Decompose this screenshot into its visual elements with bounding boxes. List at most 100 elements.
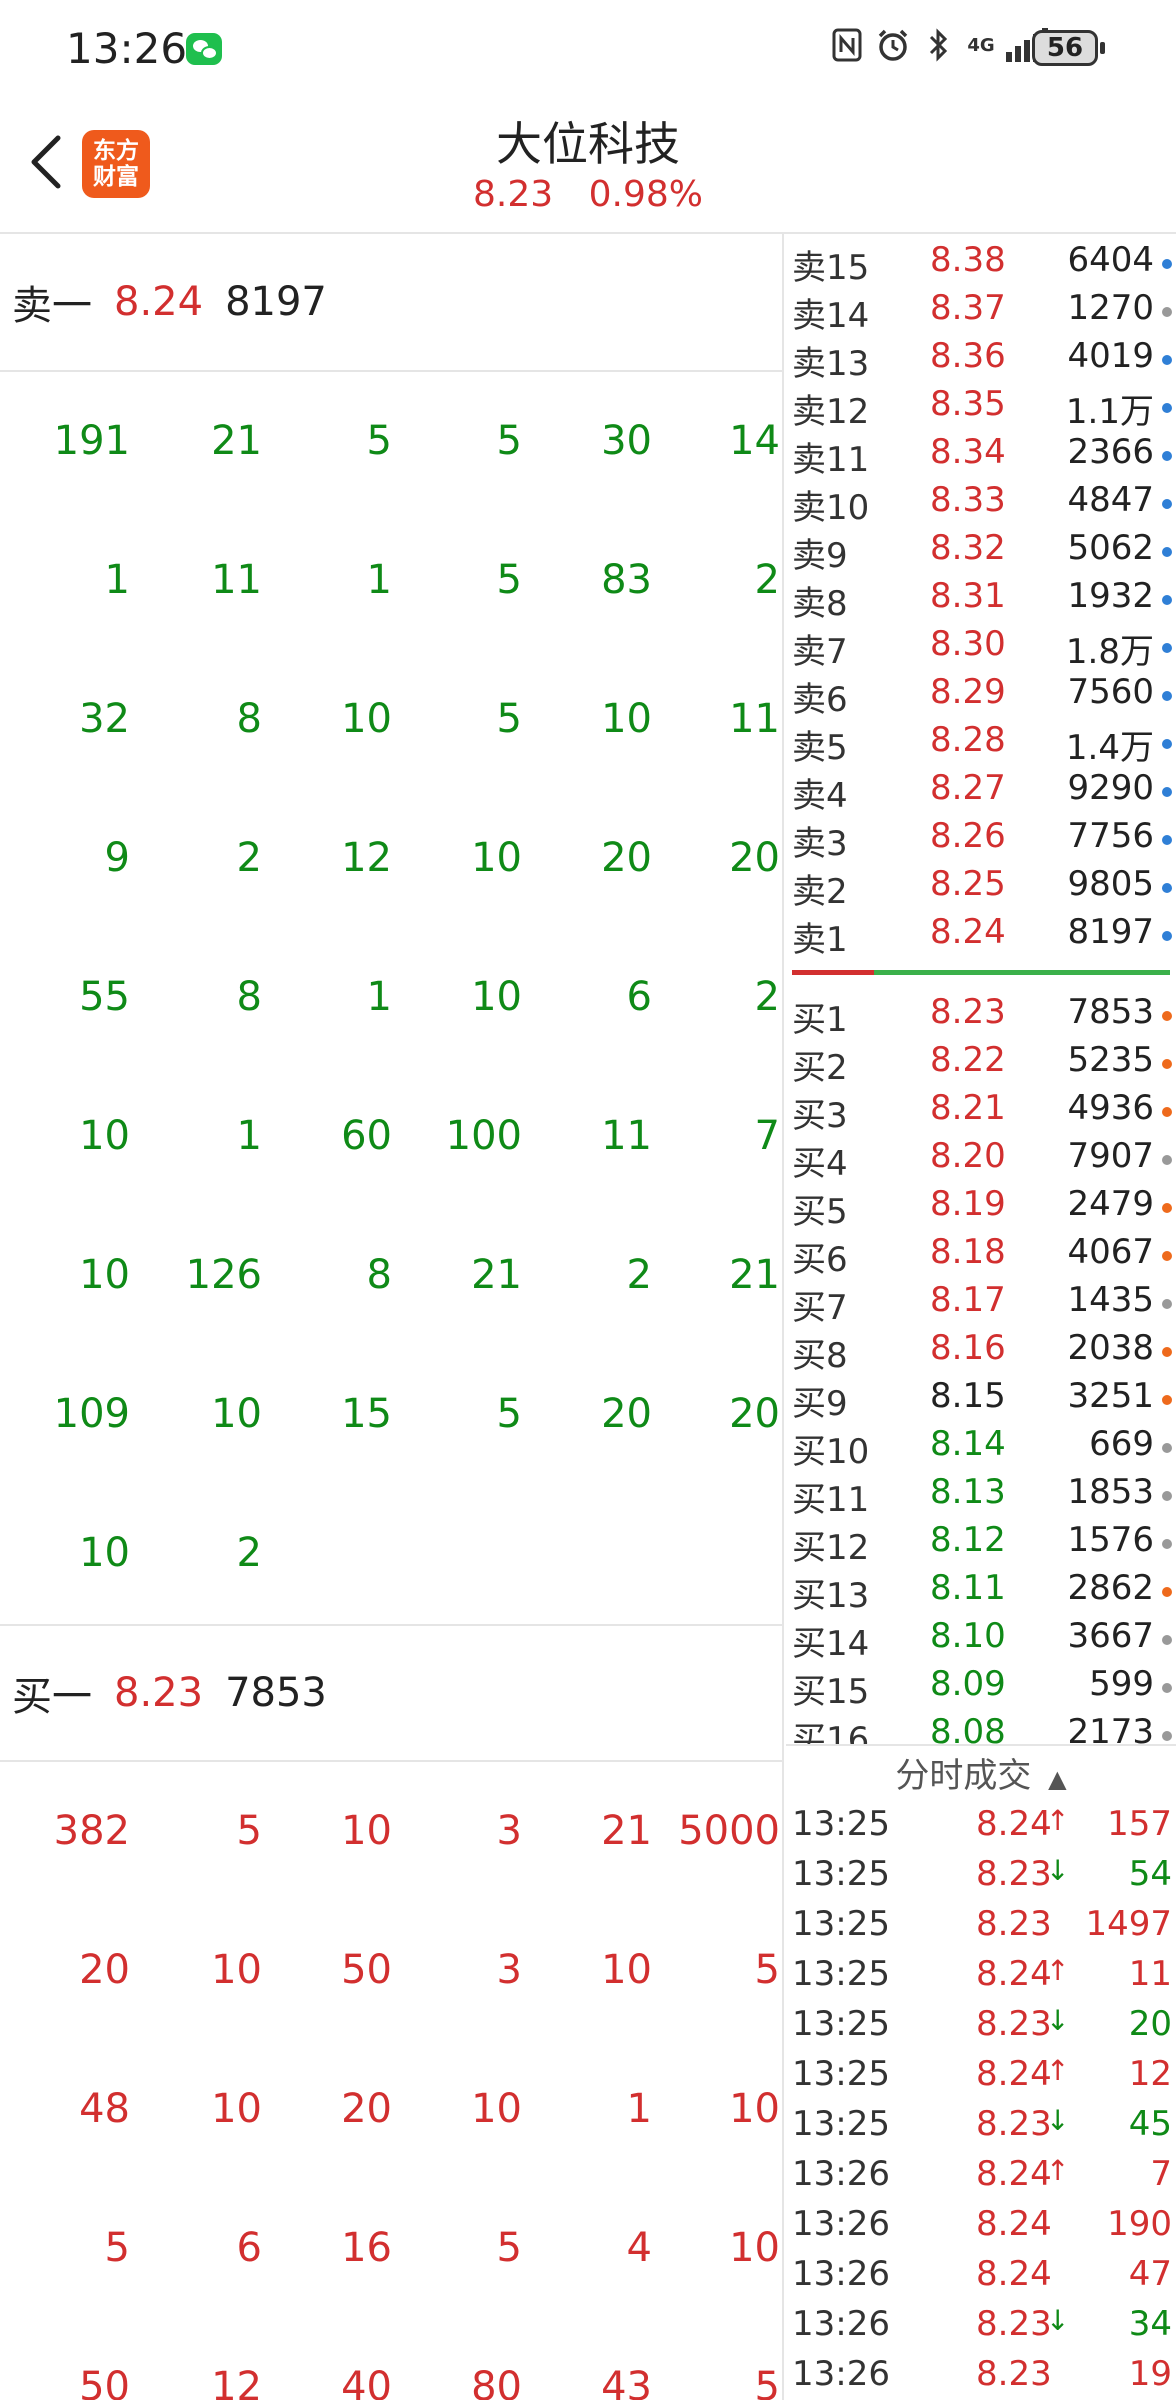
order-volume: 382 — [53, 1808, 130, 1854]
level-label: 买13 — [792, 1576, 870, 1616]
level-volume: 3667 — [1067, 1616, 1154, 1656]
trade-time: 13:25 — [792, 1854, 890, 1894]
order-volume: 40 — [341, 2364, 392, 2400]
order-volume: 20 — [601, 835, 652, 881]
trades-title: 分时成交 — [895, 1756, 1032, 1796]
indicator-dot-icon — [1162, 1491, 1172, 1501]
indicator-dot-icon — [1162, 1539, 1172, 1549]
order-volume: 8 — [236, 974, 262, 1020]
indicator-dot-icon — [1162, 595, 1172, 605]
level-price: 8.30 — [930, 624, 1006, 664]
level-label: 卖3 — [792, 824, 848, 864]
status-time: 13:26 — [66, 24, 188, 73]
order-row: 50 12 40 80 43 5 — [0, 2318, 782, 2400]
trade-row: 13:25 8.24 ↑ 12 — [786, 2054, 1176, 2104]
level-price: 8.15 — [930, 1376, 1006, 1416]
trade-time: 13:26 — [792, 2154, 890, 2194]
trade-row: 13:25 8.23 ↓ 20 — [786, 2004, 1176, 2054]
level-price: 8.09 — [930, 1664, 1006, 1704]
order-book-row: 买2 8.22 5235 — [786, 1040, 1176, 1088]
order-book-row: 卖12 8.35 1.1万 — [786, 384, 1176, 432]
arrow-up-icon: ↑ — [1046, 2054, 1070, 2087]
order-queue-panel[interactable]: 卖一 8.24 8197 191 21 5 5 30 14 1 11 1 5 83 2 32 8 10 5 10… — [0, 234, 784, 2400]
indicator-dot-icon — [1162, 1347, 1172, 1357]
order-volume: 5 — [754, 1947, 780, 1993]
level-price: 8.20 — [930, 1136, 1006, 1176]
order-volume: 20 — [79, 1947, 130, 1993]
trade-volume: 54 — [1128, 1854, 1172, 1894]
order-row: 32 8 10 5 10 11 — [0, 650, 782, 789]
trade-time: 13:25 — [792, 2104, 890, 2144]
trade-time: 13:25 — [792, 2054, 890, 2094]
trades-header[interactable]: 分时成交 ▲ — [786, 1744, 1176, 1804]
indicator-dot-icon — [1162, 1203, 1172, 1213]
order-volume: 5000 — [678, 1808, 780, 1854]
buy-one-price: 8.23 — [114, 1670, 204, 1716]
nfc-icon — [830, 28, 864, 62]
indicator-dot-icon — [1162, 691, 1172, 701]
level-price: 8.22 — [930, 1040, 1006, 1080]
order-book-row: 卖10 8.33 4847 — [786, 480, 1176, 528]
order-volume: 15 — [341, 1391, 392, 1437]
order-volume: 21 — [729, 1252, 780, 1298]
level-volume: 2862 — [1067, 1568, 1154, 1608]
order-volume: 21 — [211, 418, 262, 464]
level-price: 8.38 — [930, 240, 1006, 280]
order-volume: 48 — [79, 2086, 130, 2132]
level-volume: 9805 — [1067, 864, 1154, 904]
indicator-dot-icon — [1162, 259, 1172, 269]
order-volume: 5 — [754, 2364, 780, 2400]
level-price: 8.29 — [930, 672, 1006, 712]
level-volume: 1270 — [1067, 288, 1154, 328]
level-label: 买4 — [792, 1144, 848, 1184]
order-volume: 12 — [211, 2364, 262, 2400]
order-volume: 80 — [471, 2364, 522, 2400]
trade-row: 13:26 8.24 47 — [786, 2254, 1176, 2304]
trade-time: 13:25 — [792, 1904, 890, 1944]
trade-volume: 45 — [1128, 2104, 1172, 2144]
trade-volume: 12 — [1128, 2054, 1172, 2094]
order-volume: 8 — [366, 1252, 392, 1298]
order-volume: 1 — [626, 2086, 652, 2132]
order-book-row: 买15 8.09 599 — [786, 1664, 1176, 1712]
trade-row: 13:26 8.24 ↑ 7 — [786, 2154, 1176, 2204]
trade-price: 8.23 — [976, 2004, 1052, 2044]
order-volume: 2 — [236, 835, 262, 881]
page-title: 大位科技 — [496, 117, 680, 171]
order-volume: 83 — [601, 557, 652, 603]
trades-list[interactable]: 13:25 8.24 ↑ 157 13:25 8.23 ↓ 54 13:25 8.23 1497 13… — [786, 1804, 1176, 2400]
sell-one-price: 8.24 — [114, 279, 204, 325]
order-book[interactable]: 卖15 8.38 6404 卖14 8.37 1270 卖13 8.36 4019 卖12 8.35… — [786, 234, 1176, 1744]
order-volume: 5 — [496, 1391, 522, 1437]
level-label: 卖7 — [792, 632, 848, 672]
level-price: 8.37 — [930, 288, 1006, 328]
status-icons: 4G — [830, 28, 1048, 62]
order-row: 55 8 1 10 6 2 — [0, 928, 782, 1067]
trade-volume: 20 — [1128, 2004, 1172, 2044]
order-volume: 10 — [341, 696, 392, 742]
order-book-row: 买14 8.10 3667 — [786, 1616, 1176, 1664]
order-book-row: 买3 8.21 4936 — [786, 1088, 1176, 1136]
arrow-down-icon: ↓ — [1046, 2004, 1070, 2037]
level-label: 卖12 — [792, 392, 870, 432]
order-book-row: 买6 8.18 4067 — [786, 1232, 1176, 1280]
order-volume: 5 — [496, 418, 522, 464]
level-price: 8.18 — [930, 1232, 1006, 1272]
order-book-row: 卖7 8.30 1.8万 — [786, 624, 1176, 672]
level-volume: 1.1万 — [1065, 392, 1154, 432]
order-book-row: 卖2 8.25 9805 — [786, 864, 1176, 912]
order-volume: 55 — [79, 974, 130, 1020]
order-book-row: 卖14 8.37 1270 — [786, 288, 1176, 336]
order-book-row: 买10 8.14 669 — [786, 1424, 1176, 1472]
buy-one-volume: 7853 — [225, 1670, 327, 1716]
order-volume: 11 — [211, 557, 262, 603]
order-book-row: 买7 8.17 1435 — [786, 1280, 1176, 1328]
order-row: 9 2 12 10 20 20 — [0, 789, 782, 928]
order-volume: 10 — [729, 2086, 780, 2132]
trade-time: 13:26 — [792, 2354, 890, 2394]
level-volume: 2366 — [1067, 432, 1154, 472]
level-volume: 9290 — [1067, 768, 1154, 808]
level-label: 买2 — [792, 1048, 848, 1088]
indicator-dot-icon — [1162, 1107, 1172, 1117]
trade-price: 8.23 — [976, 2304, 1052, 2344]
